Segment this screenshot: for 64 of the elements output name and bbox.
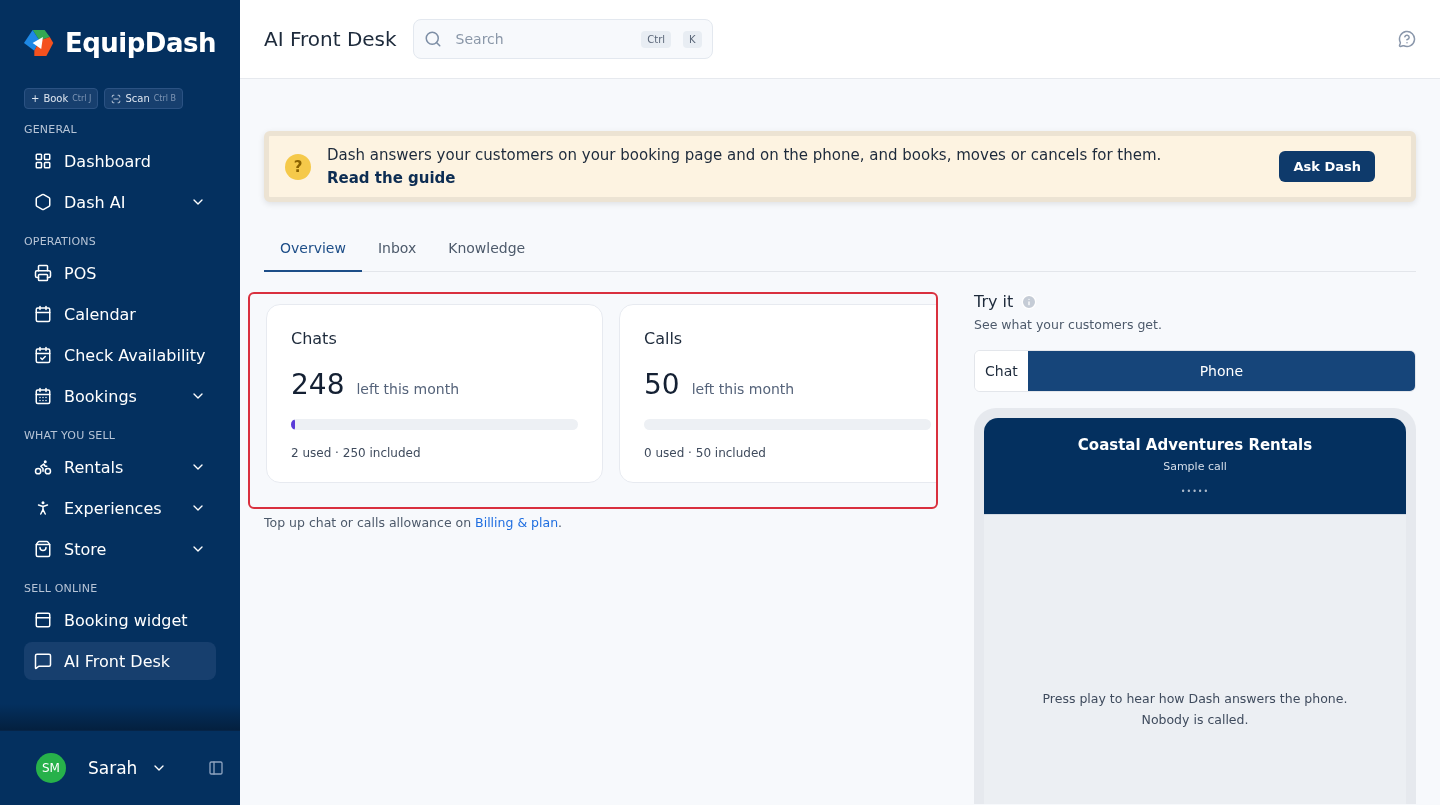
brand-name: EquipDash	[64, 28, 216, 58]
quick-action-button[interactable]: Scan Ctrl B	[104, 88, 183, 109]
help-icon[interactable]	[1398, 30, 1416, 48]
phone-note: Nobody is called.	[1141, 711, 1249, 729]
tab[interactable]: Overview	[264, 226, 362, 272]
section-heading: Try it	[974, 292, 1014, 311]
count-label: left this month	[691, 381, 795, 397]
nav-icon	[34, 387, 52, 405]
user-name[interactable]: Sarah	[88, 758, 138, 778]
card-title: Calls	[644, 329, 684, 348]
call-caption: Sample call	[1163, 460, 1227, 473]
avatar: SM	[36, 753, 66, 783]
search-icon	[423, 30, 442, 48]
nav-item[interactable]: Rentals	[24, 448, 216, 486]
question-icon: ?	[285, 153, 311, 180]
tab[interactable]: Inbox	[361, 226, 433, 272]
section-title: SELL ONLINE	[24, 582, 99, 595]
nav-item[interactable]: Booking widget	[24, 601, 216, 639]
nav-item[interactable]: POS	[24, 254, 216, 292]
nav-icon	[34, 458, 52, 476]
section-title: OPERATIONS	[24, 235, 97, 248]
scan-icon	[111, 93, 122, 104]
nav-icon	[34, 611, 52, 629]
remaining-count: 50	[644, 368, 680, 401]
nav-icon	[34, 193, 52, 211]
nav-item[interactable]: Dashboard	[24, 142, 216, 180]
nav-item[interactable]: AI Front Desk	[24, 642, 216, 680]
usage-note: Top up chat or calls allowance on Billing & plan.	[264, 515, 564, 530]
usage-detail: 0 used · 50 included	[644, 446, 767, 460]
card-title: Chats	[291, 329, 338, 348]
mode-toggle[interactable]: Phone	[1027, 351, 1415, 391]
section-title: WHAT YOU SELL	[24, 429, 117, 442]
section-title: GENERAL	[24, 123, 78, 136]
usage-detail: 2 used · 250 included	[291, 446, 422, 460]
ask-dash-button[interactable]: Ask Dash	[1279, 151, 1375, 182]
tab[interactable]: Knowledge	[432, 226, 542, 272]
section-subtitle: See what your customers get.	[974, 317, 1163, 332]
guide-link[interactable]: Read the guide	[327, 169, 456, 187]
nav-icon	[34, 264, 52, 282]
nav-icon	[34, 152, 52, 170]
nav-item[interactable]: Calendar	[24, 295, 216, 333]
nav-icon	[34, 540, 52, 558]
nav-item[interactable]: Check Availability	[24, 336, 216, 374]
nav-item[interactable]: Store	[24, 530, 216, 568]
search-input[interactable]: Search	[453, 30, 630, 48]
quick-action-button[interactable]: + Book Ctrl J	[24, 88, 99, 109]
business-name: Coastal Adventures Rentals	[1077, 436, 1313, 454]
count-label: left this month	[356, 381, 459, 397]
nav-icon	[34, 305, 52, 323]
billing-link[interactable]: Billing & plan	[475, 515, 559, 530]
sidebar-toggle-icon[interactable]	[208, 760, 224, 776]
search-box[interactable]: Search Ctrl K	[412, 19, 713, 59]
nav-item[interactable]: Dash AI	[24, 183, 216, 221]
shortcut-key: Ctrl	[641, 30, 672, 48]
nav-item[interactable]: Bookings	[24, 377, 216, 415]
banner-text: Dash answers your customers on your booking page and on the phone, and books, moves or cancels for them.	[327, 146, 1163, 164]
phone-message: Press play to hear how Dash answers the phone.	[1042, 690, 1348, 708]
dots-indicator: •••••	[1180, 487, 1210, 496]
nav-icon	[34, 346, 52, 364]
nav-item[interactable]: Experiences	[24, 489, 216, 527]
remaining-count: 248	[291, 368, 345, 401]
page-title: AI Front Desk	[264, 27, 397, 51]
shortcut-key: K	[683, 30, 702, 48]
nav-icon	[34, 652, 52, 670]
